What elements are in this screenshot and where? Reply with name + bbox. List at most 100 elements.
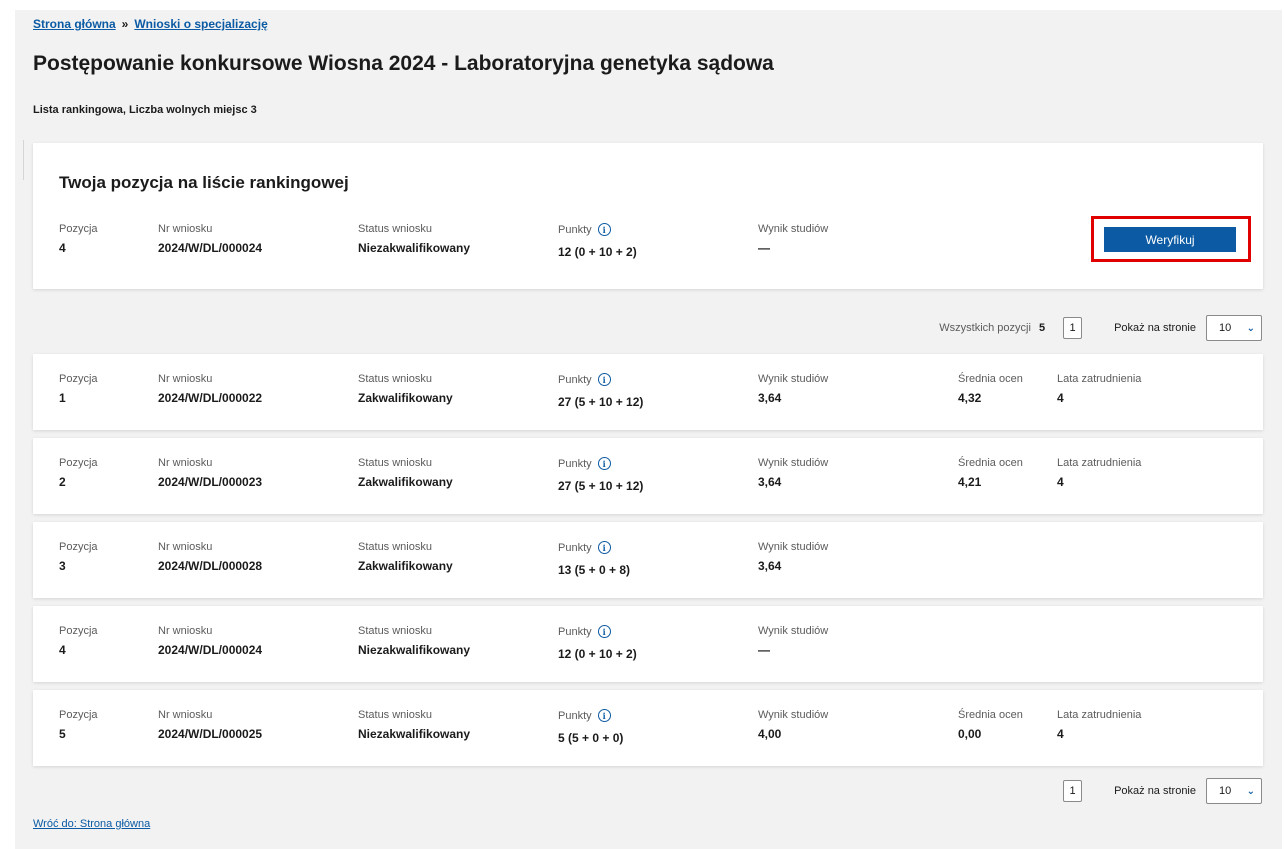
field-status: Status wniosku Niezakwalifikowany [358,223,470,255]
ranking-row: Pozycja 1 Nr wniosku 2024/W/DL/000022 Status… [33,354,1263,430]
field-pozycja: Pozycja 4 [59,223,98,255]
field-pozycja: Pozycja 5 [59,709,98,741]
chevron-down-icon: ⌄ [1246,322,1255,334]
field-value: 4,21 [958,475,982,489]
field-status: Status wniosku Niezakwalifikowany [358,709,470,741]
info-circle-icon[interactable]: i [597,625,611,638]
field-value: 2024/W/DL/000024 [158,643,263,657]
punkty-label-text: Punkty [558,625,592,638]
my-position-card: Twoja pozycja na liście rankingowej Pozy… [33,143,1263,289]
per-page-value: 10 [1219,322,1232,334]
punkty-label-text: Punkty [558,709,592,722]
field-nr-wniosku: Nr wniosku 2024/W/DL/000024 [158,625,262,657]
field-value: — [758,643,770,657]
field-label: Punkty i [558,625,637,638]
per-page-select[interactable]: 10 ⌄ [1206,315,1262,341]
field-srednia: Średnia ocen 0,00 [958,709,1023,741]
field-punkty: Punkty i 12 (0 + 10 + 2) [558,223,637,259]
field-value: Niezakwalifikowany [358,727,471,741]
breadcrumb-home-link[interactable]: Strona główna [33,17,116,31]
per-page-value: 10 [1219,785,1232,797]
field-label: Punkty i [558,223,637,236]
back-link[interactable]: Wróć do: Strona główna [33,818,150,830]
field-value: Zakwalifikowany [358,475,453,489]
field-value: 1 [59,391,66,405]
verify-button[interactable]: Weryfikuj [1104,227,1236,252]
field-label: Wynik studiów [758,223,829,235]
breadcrumb-separator: » [121,17,129,31]
field-value: 5 [59,727,66,741]
field-value: — [758,241,770,255]
breadcrumb-current-link[interactable]: Wnioski o specjalizację [134,17,267,31]
field-nr-wniosku: Nr wniosku 2024/W/DL/000024 [158,223,262,255]
field-value: 27 (5 + 10 + 12) [558,395,644,409]
field-value: 4 [59,643,66,657]
field-label: Pozycja [59,625,98,637]
field-punkty: Punkty i 27 (5 + 10 + 12) [558,457,643,493]
punkty-label-text: Punkty [558,373,592,386]
field-label: Nr wniosku [158,709,213,721]
pagination-bottom: 1 Pokaż na stronie 10 ⌄ [1063,778,1262,804]
field-value: 27 (5 + 10 + 12) [558,479,644,493]
field-punkty: Punkty i 27 (5 + 10 + 12) [558,373,643,409]
field-value: Niezakwalifikowany [358,643,471,657]
field-label: Wynik studiów [758,709,829,721]
field-wynik: Wynik studiów 4,00 [758,709,828,741]
field-wynik: Wynik studiów — [758,223,828,255]
field-label: Średnia ocen [958,373,1023,385]
field-srednia: Średnia ocen 4,21 [958,457,1023,489]
info-circle-icon[interactable]: i [597,373,611,386]
info-circle-icon[interactable]: i [597,709,611,722]
ranking-subtitle: Lista rankingowa, Liczba wolnych miejsc … [33,104,257,116]
divider [23,140,24,180]
field-value: 12 (0 + 10 + 2) [558,647,637,661]
field-nr-wniosku: Nr wniosku 2024/W/DL/000023 [158,457,262,489]
field-pozycja: Pozycja 1 [59,373,98,405]
field-wynik: Wynik studiów — [758,625,828,657]
page-number-input[interactable]: 1 [1063,317,1083,339]
field-label: Pozycja [59,373,98,385]
info-circle-icon[interactable]: i [597,541,611,554]
field-pozycja: Pozycja 4 [59,625,98,657]
per-page-select[interactable]: 10 ⌄ [1206,778,1262,804]
pagination-top: Wszystkich pozycji 5 1 Pokaż na stronie … [939,315,1262,341]
field-label: Średnia ocen [958,457,1023,469]
field-label: Wynik studiów [758,625,829,637]
info-circle-icon[interactable]: i [597,457,611,470]
field-label: Status wniosku [358,457,432,469]
field-label: Pozycja [59,541,98,553]
per-page-label: Pokaż na stronie [1114,785,1196,797]
field-label: Punkty i [558,373,643,386]
field-value: 2024/W/DL/000023 [158,475,263,489]
field-value: 4 [1057,727,1064,741]
field-value: 3,64 [758,391,782,405]
info-circle-icon[interactable]: i [597,223,611,236]
row-fields: Pozycja 2 Nr wniosku 2024/W/DL/000023 Status… [33,457,1263,497]
field-label: Status wniosku [358,373,432,385]
field-value: 4 [1057,391,1064,405]
field-label: Status wniosku [358,709,432,721]
field-label: Punkty i [558,457,643,470]
field-status: Status wniosku Zakwalifikowany [358,373,453,405]
page-number-input[interactable]: 1 [1063,780,1083,802]
field-status: Status wniosku Niezakwalifikowany [358,625,470,657]
field-label: Średnia ocen [958,709,1023,721]
field-lata: Lata zatrudnienia 4 [1057,457,1141,489]
my-position-heading: Twoja pozycja na liście rankingowej [59,173,349,192]
field-value: 12 (0 + 10 + 2) [558,245,637,259]
field-status: Status wniosku Zakwalifikowany [358,541,453,573]
field-label: Nr wniosku [158,457,213,469]
field-nr-wniosku: Nr wniosku 2024/W/DL/000028 [158,541,262,573]
ranking-row: Pozycja 2 Nr wniosku 2024/W/DL/000023 Status… [33,438,1263,514]
field-punkty: Punkty i 12 (0 + 10 + 2) [558,625,637,661]
field-value: 2024/W/DL/000028 [158,559,263,573]
field-value: 3,64 [758,559,782,573]
field-value: Zakwalifikowany [358,559,453,573]
field-value: 3,64 [758,475,782,489]
field-label: Lata zatrudnienia [1057,373,1142,385]
field-label: Pozycja [59,709,98,721]
field-label: Nr wniosku [158,373,213,385]
row-fields: Pozycja 1 Nr wniosku 2024/W/DL/000022 Status… [33,373,1263,413]
field-label: Wynik studiów [758,373,829,385]
field-pozycja: Pozycja 2 [59,457,98,489]
